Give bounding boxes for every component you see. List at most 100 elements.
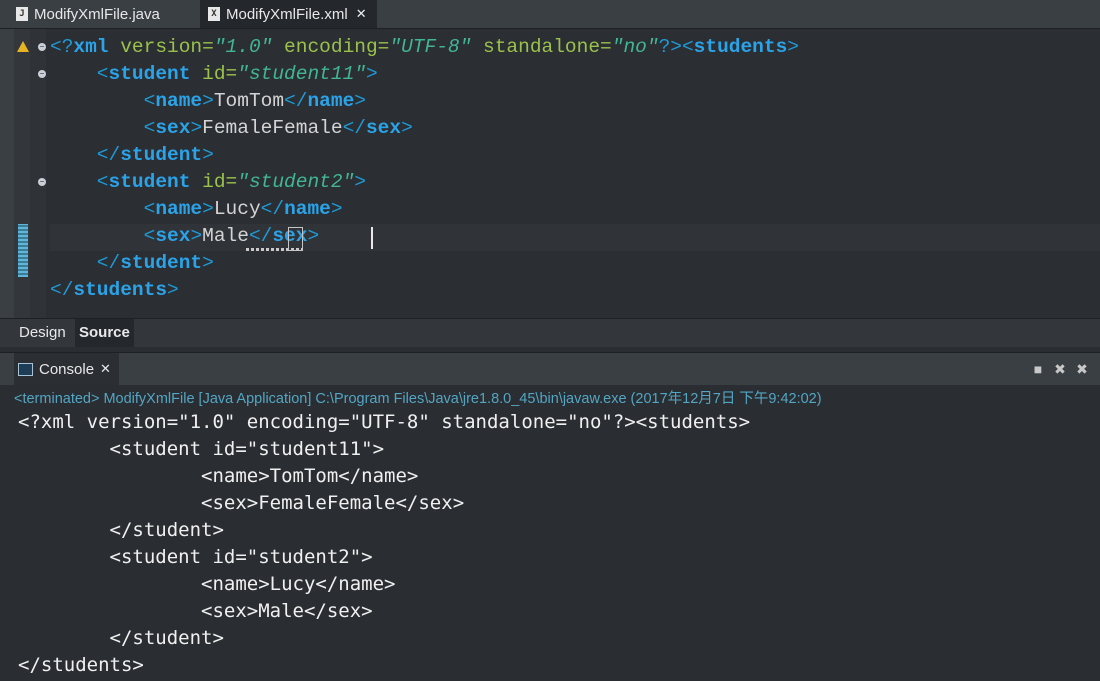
console-tab-bar: Console ✕ ■ ✖ ✖ <box>0 352 1100 385</box>
code-token: "student11" <box>237 63 366 85</box>
console-title: Console <box>39 360 95 378</box>
code-line[interactable]: </student> <box>50 250 214 277</box>
code-token: < <box>50 198 156 220</box>
code-token: </ <box>50 279 74 301</box>
code-token: > <box>202 90 214 112</box>
code-token: ?>< <box>658 36 694 58</box>
code-token: </ <box>248 225 273 247</box>
code-token: > <box>202 144 214 166</box>
code-token: standalone= <box>471 36 612 58</box>
tab-source[interactable]: Source <box>75 319 134 347</box>
code-token: sex <box>155 225 191 247</box>
tab-label: ModifyXmlFile.xml <box>226 5 348 23</box>
code-line[interactable]: </students> <box>50 277 179 304</box>
console-output[interactable]: <?xml version="1.0" encoding="UTF-8" sta… <box>0 406 1100 681</box>
console-icon <box>18 362 33 376</box>
console-line: </student> <box>18 627 224 649</box>
code-token: <? <box>50 36 74 58</box>
console-line: <student id="student11"> <box>18 438 385 460</box>
code-token: > <box>354 171 366 193</box>
remove-all-icon[interactable]: ✖ <box>1075 362 1089 376</box>
code-token: TomTom <box>213 90 285 112</box>
code-line[interactable]: <name>Lucy</name> <box>50 196 343 223</box>
code-token: FemaleFemale <box>202 117 343 139</box>
code-token: student <box>108 171 191 193</box>
code-token: > <box>202 252 214 274</box>
code-token: </ <box>50 252 121 274</box>
code-token: < <box>50 171 109 193</box>
code-token: student <box>120 144 203 166</box>
code-token: students <box>693 36 788 58</box>
code-token: Lucy <box>213 198 261 220</box>
code-line[interactable]: <student id="student11"> <box>50 61 378 88</box>
tab-design[interactable]: Design <box>15 319 70 347</box>
code-token: name <box>155 198 203 220</box>
code-token: sex <box>365 117 402 139</box>
code-token: "1.0" <box>213 36 273 58</box>
code-token: > <box>190 225 203 247</box>
code-line[interactable]: <name>TomTom</name> <box>50 88 366 115</box>
console-line: <name>TomTom</name> <box>18 465 419 487</box>
warning-icon <box>17 41 29 52</box>
editor-mode-tabs: Design Source <box>0 318 1100 347</box>
console-line: </student> <box>18 519 224 541</box>
code-token: Male <box>202 225 249 247</box>
code-line[interactable]: <student id="student2"> <box>50 169 366 196</box>
code-token: "no" <box>611 36 659 58</box>
java-file-icon: J <box>16 7 28 21</box>
code-token: > <box>330 198 343 220</box>
change-marker <box>18 224 28 277</box>
console-line: <sex>Male</sex> <box>18 600 373 622</box>
code-token: student <box>120 252 203 274</box>
remove-launch-icon[interactable]: ✖ <box>1053 362 1067 376</box>
code-line[interactable]: <?xml version="1.0" encoding="UTF-8" sta… <box>50 34 799 61</box>
fold-collapse-icon[interactable]: − <box>38 178 46 186</box>
code-token: "UTF-8" <box>389 36 472 58</box>
fold-collapse-icon[interactable]: − <box>38 43 46 51</box>
code-token: sex <box>155 117 191 139</box>
console-line: <name>Lucy</name> <box>18 573 396 595</box>
code-token: "student2" <box>237 171 355 193</box>
code-token: </ <box>284 90 308 112</box>
console-line: <sex>FemaleFemale</sex> <box>18 492 465 514</box>
tab-label: ModifyXmlFile.java <box>34 5 160 23</box>
code-token: > <box>167 279 179 301</box>
close-icon[interactable]: ✕ <box>356 6 367 22</box>
code-token: > <box>787 36 799 58</box>
tab-modifyxmlfile-xml[interactable]: X ModifyXmlFile.xml ✕ <box>200 0 377 28</box>
code-token: < <box>50 63 109 85</box>
code-token: id= <box>190 63 238 85</box>
code-token: </ <box>260 198 285 220</box>
code-token: </ <box>342 117 366 139</box>
code-token: version= <box>108 36 214 58</box>
code-token: > <box>354 90 366 112</box>
tab-console[interactable]: Console ✕ <box>14 353 119 385</box>
code-token: < <box>50 117 156 139</box>
fold-collapse-icon[interactable]: − <box>38 70 46 78</box>
code-token: name <box>307 90 355 112</box>
code-line[interactable]: <sex>FemaleFemale</sex> <box>50 115 413 142</box>
editor-tab-bar: J ModifyXmlFile.java X ModifyXmlFile.xml… <box>0 0 1100 29</box>
code-token: name <box>155 90 203 112</box>
code-line[interactable]: <sex>Male</sex> <box>50 223 320 250</box>
code-token: xml <box>73 36 109 58</box>
code-token: > <box>307 225 320 247</box>
code-token: id= <box>190 171 238 193</box>
code-token: students <box>73 279 168 301</box>
terminate-icon[interactable]: ■ <box>1031 362 1045 376</box>
console-line: <student id="student2"> <box>18 546 373 568</box>
close-icon[interactable]: ✕ <box>100 361 111 377</box>
text-caret <box>371 227 373 249</box>
xml-editor[interactable]: − − − <?xml version="1.0" encoding="UTF-… <box>0 29 1100 318</box>
code-token: student <box>108 63 191 85</box>
code-token: name <box>284 198 331 220</box>
bracket-match-box <box>288 227 303 251</box>
tab-modifyxmlfile-java[interactable]: J ModifyXmlFile.java <box>16 0 160 28</box>
code-line[interactable]: </student> <box>50 142 214 169</box>
xml-file-icon: X <box>208 7 220 21</box>
console-line: <?xml version="1.0" encoding="UTF-8" sta… <box>18 411 751 433</box>
console-status: <terminated> ModifyXmlFile [Java Applica… <box>14 391 822 407</box>
code-token: > <box>202 198 214 220</box>
console-line: </students> <box>18 654 144 676</box>
code-token: </ <box>50 144 121 166</box>
